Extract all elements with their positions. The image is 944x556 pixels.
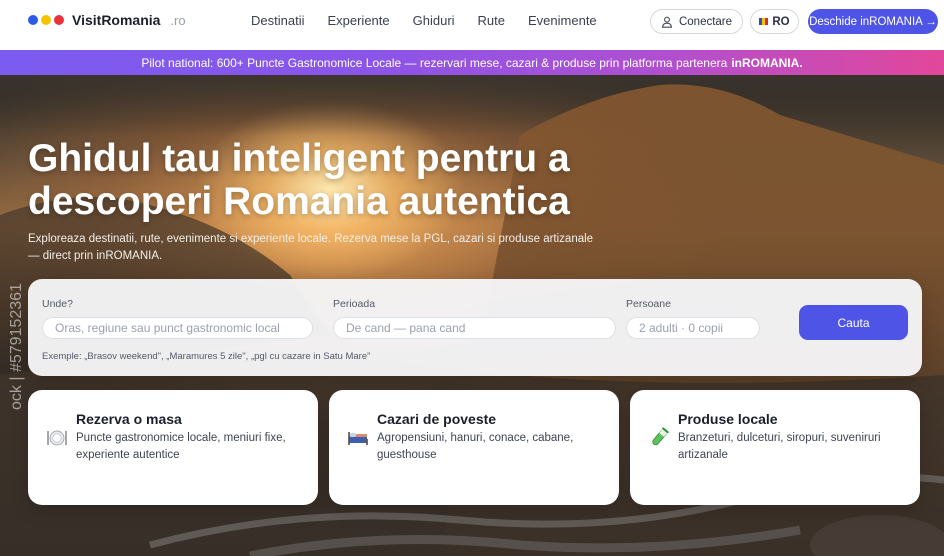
plate-cutlery-icon xyxy=(47,430,67,446)
site-header: VisitRomania .ro Destinatii Experiente G… xyxy=(0,0,944,43)
test-tube-icon xyxy=(652,427,669,446)
nav-evenimente[interactable]: Evenimente xyxy=(528,13,597,28)
card-reserve-table[interactable]: Rezerva o masa Puncte gastronomice local… xyxy=(28,390,318,505)
banner-brand[interactable]: inROMANIA. xyxy=(731,56,802,70)
nav-ghiduri[interactable]: Ghiduri xyxy=(413,13,455,28)
nav-destinatii[interactable]: Destinatii xyxy=(251,13,304,28)
where-input[interactable]: Oras, regiune sau punct gastronomic loca… xyxy=(42,317,313,339)
bed-icon xyxy=(348,432,368,445)
main-nav: Destinatii Experiente Ghiduri Rute Eveni… xyxy=(251,13,620,28)
promo-banner: Pilot national: 600+ Puncte Gastronomice… xyxy=(0,50,944,75)
language-label: RO xyxy=(772,15,790,28)
people-input[interactable]: 2 adulti · 0 copii xyxy=(626,317,760,339)
banner-text: Pilot national: 600+ Puncte Gastronomice… xyxy=(141,55,728,70)
login-button[interactable]: Conectare xyxy=(650,9,743,34)
logo-dot-yellow xyxy=(41,15,51,25)
search-button[interactable]: Cauta xyxy=(799,305,908,340)
nav-experiente[interactable]: Experiente xyxy=(327,13,389,28)
search-panel: Unde? Oras, regiune sau punct gastronomi… xyxy=(28,279,922,376)
card-description: Branzeturi, dulceturi, siropuri, suvenir… xyxy=(678,432,881,461)
people-label: Persoane xyxy=(626,298,671,310)
logo-dot-blue xyxy=(28,15,38,25)
user-icon xyxy=(661,16,673,28)
stock-watermark: ock | #579152361 xyxy=(8,283,25,410)
logo-dot-red xyxy=(54,15,64,25)
period-label: Perioada xyxy=(333,298,376,310)
card-title: Rezerva o masa xyxy=(76,411,182,427)
where-label: Unde? xyxy=(42,298,73,310)
card-accommodation[interactable]: Cazari de poveste Agropensiuni, hanuri, … xyxy=(329,390,619,505)
card-description: Puncte gastronomice locale, meniuri fixe… xyxy=(76,432,286,461)
card-title: Produse locale xyxy=(678,411,778,427)
logo[interactable]: VisitRomania .ro xyxy=(28,12,186,28)
open-inromania-button[interactable]: Deschide inROMANIA → xyxy=(808,9,938,34)
romania-flag-icon xyxy=(759,18,769,25)
period-input[interactable]: De cand — pana cand xyxy=(333,317,616,339)
logo-name: VisitRomania xyxy=(72,12,161,28)
hero-subtitle: Exploreaza destinatii, rute, evenimente … xyxy=(28,233,594,262)
hero-section: ock | #579152361 Ghidul tau inteligent p… xyxy=(0,75,944,556)
search-examples: Exemple: „Brasov weekend", „Maramures 5 … xyxy=(42,351,371,362)
card-local-products[interactable]: Produse locale Branzeturi, dulceturi, si… xyxy=(630,390,920,505)
nav-rute[interactable]: Rute xyxy=(478,13,505,28)
hero-title: Ghidul tau inteligent pentru a descoperi… xyxy=(28,137,570,223)
logo-tld: .ro xyxy=(170,12,186,28)
language-button[interactable]: RO xyxy=(750,9,799,34)
card-description: Agropensiuni, hanuri, conace, cabane, gu… xyxy=(377,432,574,461)
login-label: Conectare xyxy=(678,15,733,28)
card-title: Cazari de poveste xyxy=(377,411,497,427)
